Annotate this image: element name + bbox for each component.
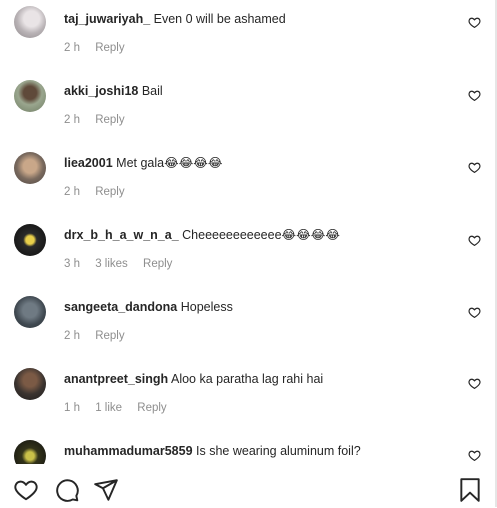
avatar[interactable] <box>14 152 46 184</box>
comment-time: 2 h <box>64 114 80 126</box>
comment-username[interactable]: akki_joshi18 <box>64 84 138 98</box>
comment-meta: 2 h Reply <box>64 186 137 198</box>
comment-text: Bail <box>141 84 163 98</box>
comment-username[interactable]: anantpreet_singh <box>64 372 168 386</box>
like-comment-heart-icon[interactable] <box>468 89 481 102</box>
comment-time: 2 h <box>64 42 80 54</box>
comment-item: akki_joshi18 Bail 2 h Reply <box>0 72 495 144</box>
comment-text: Is she wearing aluminum foil? <box>196 444 361 458</box>
comment-item: anantpreet_singh Aloo ka paratha lag rah… <box>0 360 495 432</box>
reply-button[interactable]: Reply <box>95 42 124 54</box>
avatar[interactable] <box>14 368 46 400</box>
like-comment-heart-icon[interactable] <box>468 306 481 319</box>
like-comment-heart-icon[interactable] <box>468 16 481 29</box>
comment-item: drx_b_h_a_w_n_a_ Cheeeeeeeeeeee😂😂😂😂 3 h … <box>0 216 495 288</box>
comments-list: taj_juwariyah_ Even 0 will be ashamed 2 … <box>0 0 495 464</box>
comment-time: 3 h <box>64 258 80 270</box>
like-heart-icon[interactable] <box>13 477 39 503</box>
comment-line: liea2001 Met gala😂😂😂😂 <box>64 155 223 171</box>
comment-meta: 3 h 3 likes Reply <box>64 258 184 270</box>
like-comment-heart-icon[interactable] <box>468 377 481 390</box>
comment-line: akki_joshi18 Bail <box>64 83 163 99</box>
comment-item: taj_juwariyah_ Even 0 will be ashamed 2 … <box>0 0 495 72</box>
avatar[interactable] <box>14 6 46 38</box>
comment-username[interactable]: sangeeta_dandona <box>64 300 177 314</box>
comment-meta: 2 h Reply <box>64 42 137 54</box>
comment-meta: 2 h Reply <box>64 330 137 342</box>
comment-time: 2 h <box>64 330 80 342</box>
reply-button[interactable]: Reply <box>143 258 172 270</box>
comment-text: Hopeless <box>180 300 233 314</box>
comment-likes-count[interactable]: 1 like <box>95 402 122 414</box>
save-bookmark-icon[interactable] <box>457 477 483 503</box>
avatar[interactable] <box>14 80 46 112</box>
comment-text: Cheeeeeeeeeeee😂😂😂😂 <box>182 228 340 242</box>
comment-time: 1 h <box>64 402 80 414</box>
comment-username[interactable]: taj_juwariyah_ <box>64 12 150 26</box>
comment-meta: 1 h 1 like Reply <box>64 402 179 414</box>
post-action-bar <box>0 464 495 507</box>
avatar[interactable] <box>14 440 46 464</box>
comment-likes-count[interactable]: 3 likes <box>95 258 128 270</box>
comment-line: taj_juwariyah_ Even 0 will be ashamed <box>64 11 286 27</box>
comment-username[interactable]: muhammadumar5859 <box>64 444 193 458</box>
comment-item: sangeeta_dandona Hopeless 2 h Reply <box>0 288 495 360</box>
reply-button[interactable]: Reply <box>137 402 166 414</box>
avatar[interactable] <box>14 296 46 328</box>
comment-text: Met gala😂😂😂😂 <box>116 156 223 170</box>
like-comment-heart-icon[interactable] <box>468 161 481 174</box>
reply-button[interactable]: Reply <box>95 186 124 198</box>
comment-meta: 2 h Reply <box>64 114 137 126</box>
comment-text: Aloo ka paratha lag rahi hai <box>170 372 324 386</box>
comment-line: muhammadumar5859 Is she wearing aluminum… <box>64 443 361 459</box>
comment-line: drx_b_h_a_w_n_a_ Cheeeeeeeeeeee😂😂😂😂 <box>64 227 340 243</box>
reply-button[interactable]: Reply <box>95 114 124 126</box>
like-comment-heart-icon[interactable] <box>468 234 481 247</box>
comment-bubble-icon[interactable] <box>54 477 80 503</box>
comment-item: liea2001 Met gala😂😂😂😂 2 h Reply <box>0 144 495 216</box>
share-paper-plane-icon[interactable] <box>93 477 119 503</box>
comment-line: sangeeta_dandona Hopeless <box>64 299 233 315</box>
comment-text: Even 0 will be ashamed <box>153 12 286 26</box>
comment-username[interactable]: drx_b_h_a_w_n_a_ <box>64 228 179 242</box>
reply-button[interactable]: Reply <box>95 330 124 342</box>
comment-time: 2 h <box>64 186 80 198</box>
comment-line: anantpreet_singh Aloo ka paratha lag rah… <box>64 371 323 387</box>
comment-username[interactable]: liea2001 <box>64 156 113 170</box>
like-comment-heart-icon[interactable] <box>468 449 481 462</box>
avatar[interactable] <box>14 224 46 256</box>
comment-item: muhammadumar5859 Is she wearing aluminum… <box>0 432 495 464</box>
